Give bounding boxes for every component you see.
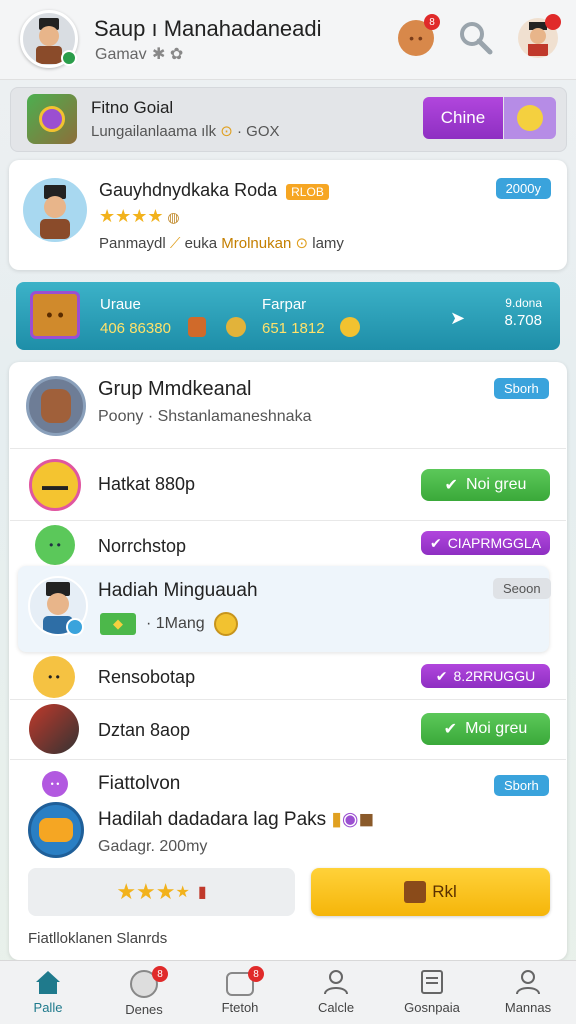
notification-badge: 8 [424,14,440,30]
check-icon: ✔ [435,667,448,684]
featured-badge: 2000y [495,178,551,199]
highlight-badge: Seoon [493,578,551,599]
promo-button[interactable]: Chine [423,97,503,139]
stat-right-value: 8.708 [504,312,542,329]
coin-jar-icon [340,317,360,337]
user-icon [324,970,348,995]
ball-icon [29,704,79,754]
search-icon[interactable] [456,18,496,58]
send-icon[interactable]: ➤ [450,308,465,329]
verified-icon [66,618,84,636]
group-title: Grup Mmdkeanal [98,378,252,400]
list-item-label: Dztan 8aop [98,720,191,740]
green-tag-icon: ◆ [100,613,136,635]
featured-tag: RLOB [286,184,329,200]
paw-icon: ✱ ✿ [152,46,184,63]
divider [10,759,566,760]
list-item-sub: · 1Mang [146,615,205,632]
pack-title: Hadilah dadadara lag Paks ▮◉◼ [98,809,375,830]
nav-home[interactable]: Palle [0,968,96,1024]
gift-icon [404,881,427,903]
pot-icon [226,317,246,337]
purple-face-icon: • • [42,771,68,797]
home-icon [36,971,60,994]
smiley-face-icon: • • [33,656,75,698]
app-title: Saup ı Manahadaneadi [94,16,322,41]
list-item-label: Hatkat 880p [98,474,196,494]
list-item[interactable]: • • Norrchstop ✔ CIAPRMGGLA [9,521,567,567]
list-item[interactable]: • • Rensobotap ✔ 8.2RRUGGU [9,653,567,699]
nav-calcle[interactable]: Calcle [288,968,384,1024]
section-badge: Sborh [494,775,549,796]
check-icon: ✔ [443,721,458,738]
stat-right-label: 9.dona [505,296,542,310]
stats-banner: • • Uraue 406 86380 Farpar 651 1812 ➤ 9.… [16,282,560,350]
nav-ftetoh[interactable]: Ftetoh [192,968,288,1024]
list-item-action-button[interactable]: ✔ 8.2RRUGGU [421,664,550,688]
featured-description: Panmaydl ⟋ euka Mrolnukan ⊙ lamy [99,235,344,252]
stat-left-label: Uraue [100,296,141,313]
profile-icon [516,970,540,995]
featured-card[interactable]: Gauyhdnydkaka Roda RLOB ★★★★ ◍ Panmaydl … [9,160,567,270]
nav-gosnpaia[interactable]: Gosnpaia [384,968,480,1024]
list-item-label: Hadiah Minguauah [98,580,258,601]
chest-icon: • • [30,291,80,339]
list-item-label: Rensobotap [98,667,196,687]
group-subtitle: Poony · Shstanlamaneshnaka [98,408,312,425]
group-avatar [26,376,86,436]
app-header: Saup ı Manahadaneadi Gamav ✱ ✿ • • 8 [0,0,576,80]
nav-badge: 8 [152,966,168,982]
list-item[interactable]: Dztan 8aop ✔ Moi greu [9,700,567,758]
rating-button[interactable]: ★★★ ★ ▮ [28,868,295,916]
nav-badge: 8 [248,966,264,982]
stat-left-value: 406 86380 [100,320,171,337]
frog-face-icon: • • [35,525,75,565]
highlight-list-item[interactable]: Hadiah Minguauah ◆ · 1Mang Seoon [18,566,551,652]
footer-label: Fiatlloklanen Slanrds [28,930,168,947]
coin-icon [188,317,206,337]
app-subtitle: Gamav [95,46,147,63]
stat-mid-value: 651 1812 [262,320,325,337]
list-item-action-button[interactable]: ✔ CIAPRMGGLA [421,531,550,555]
list-item-action-button[interactable]: ✔ Moi greu [421,713,550,745]
promo-title: Fitno Goial [91,98,174,117]
pack-icon [28,802,84,858]
group-badge: Sborh [494,378,549,399]
check-icon: ✔ [429,534,442,551]
list-item-action-button[interactable]: ✔ Noi greu [421,469,550,501]
online-status-icon [61,50,77,66]
nav-mannas[interactable]: Mannas [480,968,576,1024]
coin-icon [214,612,238,636]
claim-button[interactable]: Rkl [311,868,550,916]
section-title: Fiattolvon [98,773,181,794]
sunglasses-face-icon: ▬▬ [29,459,81,511]
pack-subtitle: Gadagr. 200my [98,838,208,855]
book-icon [421,970,443,994]
stat-mid-label: Farpar [262,296,307,313]
featured-avatar [23,178,87,242]
promo-banner[interactable]: Fitno Goial Lungailanlaama ılk ⊙ · GOX C… [10,87,567,152]
list-item[interactable]: ▬▬ Hatkat 880p ✔ Noi greu [9,449,567,519]
featured-title: Gauyhdnydkaka Roda RLOB [99,180,329,201]
list-item-label: Norrchstop [98,536,187,556]
avatar-badge [545,14,561,30]
promo-subtitle: Lungailanlaama ılk ⊙ · GOX [91,123,280,140]
nav-denes[interactable]: Denes [96,968,192,1024]
star-rating: ★★★★ ◍ [99,206,180,226]
smile-icon[interactable] [504,97,556,139]
check-icon: ✔ [444,477,458,494]
game-icon [27,94,77,144]
